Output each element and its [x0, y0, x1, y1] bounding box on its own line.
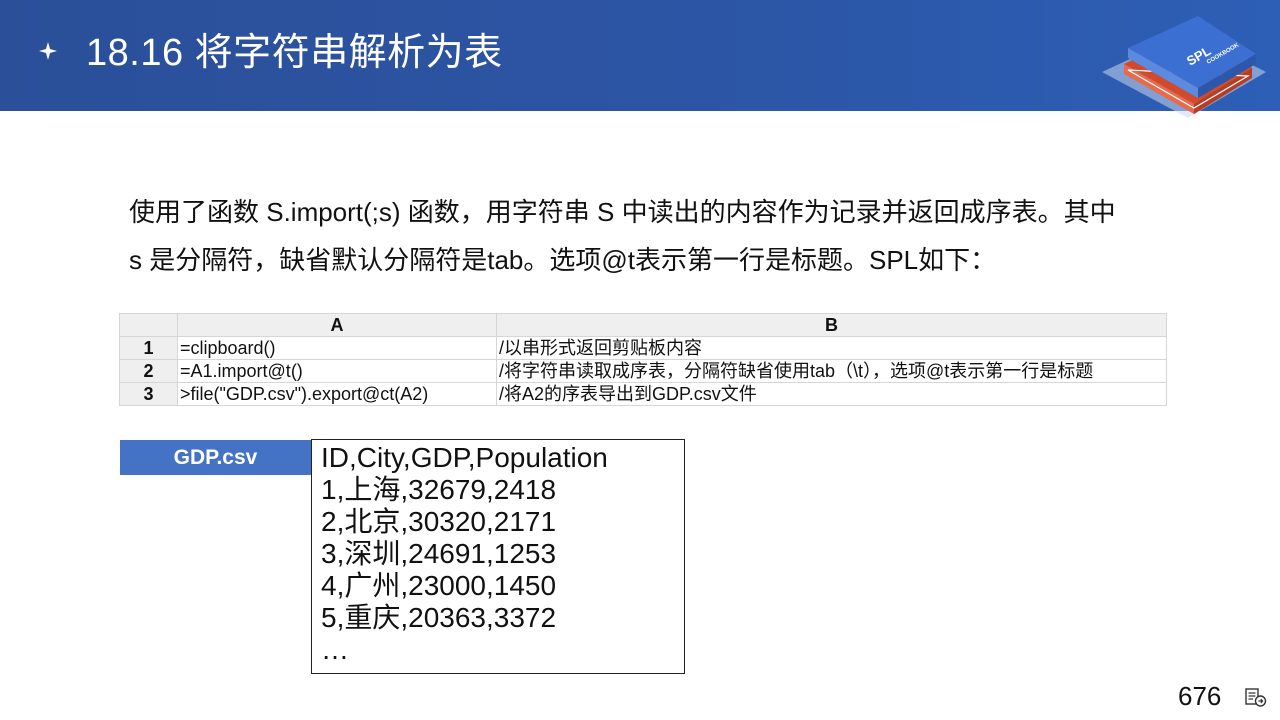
file-content-box: ID,City,GDP,Population 1,上海,32679,2418 2…: [311, 439, 685, 674]
page-title: 18.16 将字符串解析为表: [86, 32, 503, 74]
page-number: 676: [1178, 681, 1222, 711]
spl-row: 1 =clipboard() /以串形式返回剪贴板内容: [119, 336, 1167, 360]
spl-corner-cell: [119, 313, 178, 337]
header-banner: 18.16 将字符串解析为表 SPL COOKBOOK: [0, 0, 1280, 118]
file-line: 3,深圳,24691,1253: [321, 538, 557, 569]
spl-cell-b3[interactable]: /将A2的序表导出到GDP.csv文件: [496, 382, 1167, 406]
spl-cell-a2[interactable]: =A1.import@t(): [177, 359, 497, 383]
spl-cell-a1[interactable]: =clipboard(): [177, 336, 497, 360]
spl-grid: A B 1 =clipboard() /以串形式返回剪贴板内容 2 =A1.im…: [119, 313, 1167, 406]
file-line: …: [321, 634, 349, 665]
file-line: 5,重庆,20363,3372: [321, 602, 557, 633]
description: 使用了函数 S.import(;s) 函数，用字符串 S 中读出的内容作为记录并…: [129, 188, 1179, 284]
sparkle-icon: [39, 42, 57, 60]
spl-cookbook-logo-icon: SPL COOKBOOK: [1102, 16, 1266, 118]
spl-cell-b2[interactable]: /将字符串读取成序表，分隔符缺省使用tab（\t），选项@t表示第一行是标题: [496, 359, 1167, 383]
spl-row: 2 =A1.import@t() /将字符串读取成序表，分隔符缺省使用tab（\…: [119, 359, 1167, 383]
spl-cell-a3[interactable]: >file("GDP.csv").export@ct(A2): [177, 382, 497, 406]
description-line-1: 使用了函数 S.import(;s) 函数，用字符串 S 中读出的内容作为记录并…: [129, 197, 1116, 227]
spl-cell-b1[interactable]: /以串形式返回剪贴板内容: [496, 336, 1167, 360]
spl-row-number[interactable]: 2: [119, 359, 178, 383]
description-line-2: s 是分隔符，缺省默认分隔符是tab。选项@t表示第一行是标题。SPL如下：: [129, 245, 997, 275]
spl-row: 3 >file("GDP.csv").export@ct(A2) /将A2的序表…: [119, 382, 1167, 406]
file-line: ID,City,GDP,Population: [321, 442, 608, 473]
file-line: 2,北京,30320,2171: [321, 506, 557, 537]
spl-row-number[interactable]: 1: [119, 336, 178, 360]
file-line: 4,广州,23000,1450: [321, 570, 557, 601]
file-name-label: GDP.csv: [120, 440, 311, 475]
spl-row-number[interactable]: 3: [119, 382, 178, 406]
file-line: 1,上海,32679,2418: [321, 474, 557, 505]
spl-column-header-a[interactable]: A: [177, 313, 497, 337]
slide-navigation-icon[interactable]: [1245, 687, 1267, 707]
spl-column-header-b[interactable]: B: [496, 313, 1167, 337]
spl-header-row: A B: [119, 313, 1167, 337]
